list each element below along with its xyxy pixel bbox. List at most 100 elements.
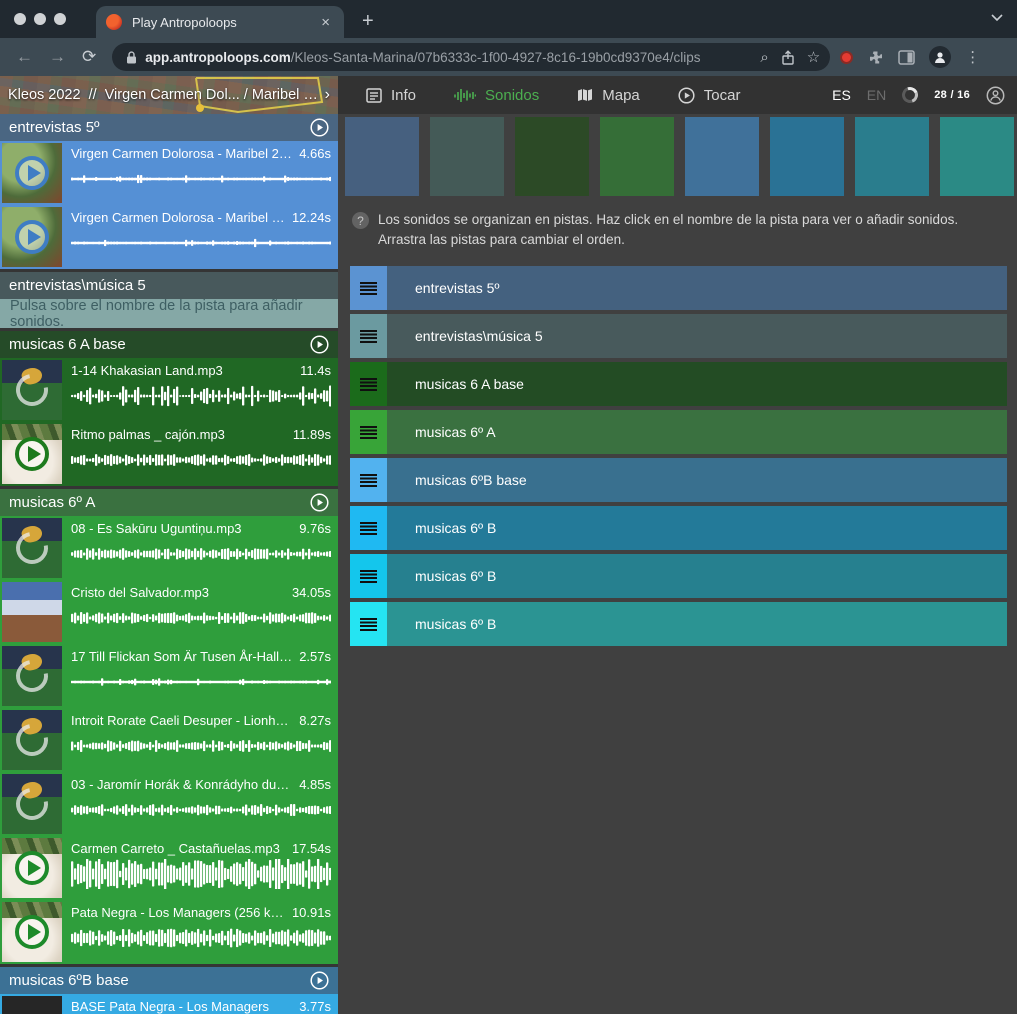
loading-spinner-icon [900,84,921,105]
track-row[interactable]: musicas 6ºB base [350,458,1007,502]
drag-handle[interactable] [350,602,387,646]
clip-thumbnail[interactable] [2,143,62,203]
track-name[interactable]: musicas 6º B [415,520,496,536]
back-icon[interactable]: ← [16,47,33,67]
clip-play-icon[interactable] [15,851,49,885]
new-tab-button[interactable]: + [362,10,374,33]
tab-mapa[interactable]: Mapa [577,87,640,104]
clip-item[interactable]: Pata Negra - Los Managers (256 kbps).mp3… [0,900,338,964]
profile-avatar-icon[interactable] [929,46,951,68]
reload-icon[interactable]: ⟳ [82,47,96,67]
forward-icon[interactable]: → [49,47,66,67]
clip-item[interactable]: 08 - Es Sakūru Uguntiņu.mp39.76s [0,516,338,580]
clip-thumbnail[interactable] [2,518,62,578]
clip-item[interactable]: 03 - Jaromír Horák & Konrádyho dudácká .… [0,772,338,836]
drag-handle[interactable] [350,410,387,454]
maximize-window-button[interactable] [54,13,66,25]
clip-thumbnail[interactable] [2,424,62,484]
section-play-icon[interactable] [310,493,329,512]
session-user-icon[interactable] [986,86,1005,105]
clip-item[interactable]: BASE Pata Negra - Los Managers3.77s [0,994,338,1014]
tab-info[interactable]: Info [366,87,416,104]
track-section-header[interactable]: musicas 6 A base [0,331,338,358]
share-icon[interactable] [781,50,795,65]
drag-handle[interactable] [350,362,387,406]
close-window-button[interactable] [14,13,26,25]
toolbar-right: ⋮ [840,46,992,68]
track-name[interactable]: entrevistas\música 5 [415,328,543,344]
extensions-puzzle-icon[interactable] [867,49,884,66]
clip-thumbnail[interactable] [2,774,62,834]
clip-play-icon[interactable] [15,220,49,254]
clip-play-icon[interactable] [15,437,49,471]
clip-thumbnail[interactable] [2,207,62,267]
minimize-window-button[interactable] [34,13,46,25]
clip-item[interactable]: Cristo del Salvador.mp334.05s [0,580,338,644]
track-row[interactable]: musicas 6 A base [350,362,1007,406]
clip-body: Carmen Carreto _ Castañuelas.mp317.54s [64,836,338,900]
clip-item[interactable]: Carmen Carreto _ Castañuelas.mp317.54s [0,836,338,900]
track-row[interactable]: musicas 6º B [350,506,1007,550]
lang-es-button[interactable]: ES [832,87,851,103]
breadcrumb-clip[interactable]: Virgen Carmen Dol... / Maribel 2... [105,87,319,103]
clip-thumbnail[interactable] [2,582,62,642]
clip-play-icon[interactable] [15,915,49,949]
clip-body: BASE Pata Negra - Los Managers3.77s [64,994,338,1014]
drag-handle[interactable] [350,266,387,310]
drag-handle[interactable] [350,314,387,358]
section-play-icon[interactable] [310,335,329,354]
address-bar[interactable]: app.antropoloops.com/Kleos-Santa-Marina/… [112,43,830,71]
clip-thumbnail[interactable] [2,996,62,1014]
clip-item[interactable]: Introit Rorate Caeli Desuper - Lionheart… [0,708,338,772]
search-icon[interactable]: ⌕ [760,49,768,66]
clip-item[interactable]: Ritmo palmas _ cajón.mp311.89s [0,422,338,486]
section-play-icon[interactable] [310,971,329,990]
track-row[interactable]: entrevistas\música 5 [350,314,1007,358]
clip-play-icon[interactable] [15,156,49,190]
tab-tocar[interactable]: Tocar [678,87,741,104]
track-name[interactable]: musicas 6 A base [415,376,524,392]
track-name[interactable]: musicas 6ºB base [415,472,527,488]
browser-tab[interactable]: Play Antropoloops × [96,6,344,38]
track-row[interactable]: musicas 6º B [350,554,1007,598]
drag-handle[interactable] [350,458,387,502]
clip-thumbnail[interactable] [2,902,62,962]
clip-thumbnail[interactable] [2,838,62,898]
track-name[interactable]: musicas 6º B [415,616,496,632]
track-section-header[interactable]: entrevistas\música 5 [0,272,338,299]
clip-thumbnail[interactable] [2,710,62,770]
clip-item[interactable]: Virgen Carmen Dolorosa - Maribel 2.mp312… [0,205,338,269]
browser-menu-icon[interactable]: ⋮ [965,48,980,66]
clip-thumbnail[interactable] [2,646,62,706]
bookmark-star-icon[interactable]: ☆ [807,48,820,66]
clips-sidebar: entrevistas 5ºVirgen Carmen Dolorosa - M… [0,114,338,1014]
breadcrumb-project[interactable]: Kleos 2022 [8,87,81,103]
clip-waveform [71,445,331,475]
track-name[interactable]: entrevistas 5º [415,280,500,296]
drag-handle-icon [360,426,377,439]
clip-item[interactable]: Virgen Carmen Dolorosa - Maribel 2.mp34.… [0,141,338,205]
track-name[interactable]: musicas 6º A [415,424,496,440]
track-name[interactable]: musicas 6º B [415,568,496,584]
track-row[interactable]: musicas 6º A [350,410,1007,454]
drag-handle[interactable] [350,554,387,598]
drag-handle[interactable] [350,506,387,550]
tab-sonidos[interactable]: Sonidos [454,87,539,104]
tab-search-chevron-icon[interactable] [991,14,1003,22]
clip-thumbnail[interactable] [2,360,62,420]
track-section-header[interactable]: musicas 6º A [0,489,338,516]
tracks-panel: ? Los sonidos se organizan en pistas. Ha… [338,114,1017,1014]
tab-close-icon[interactable]: × [317,14,334,31]
clip-body: Introit Rorate Caeli Desuper - Lionheart… [64,708,338,772]
track-section-header[interactable]: musicas 6ºB base [0,967,338,994]
track-row[interactable]: entrevistas 5º [350,266,1007,310]
side-panel-icon[interactable] [898,50,915,65]
section-play-icon[interactable] [310,118,329,137]
url-path: /Kleos-Santa-Marina/07b6333c-1f00-4927-8… [291,50,701,65]
track-section-header[interactable]: entrevistas 5º [0,114,338,141]
clip-item[interactable]: 1-14 Khakasian Land.mp311.4s [0,358,338,422]
lang-en-button[interactable]: EN [867,87,886,103]
track-row[interactable]: musicas 6º B [350,602,1007,646]
clip-item[interactable]: 17 Till Flickan Som Är Tusen År-Halling … [0,644,338,708]
record-extension-icon[interactable] [840,51,853,64]
